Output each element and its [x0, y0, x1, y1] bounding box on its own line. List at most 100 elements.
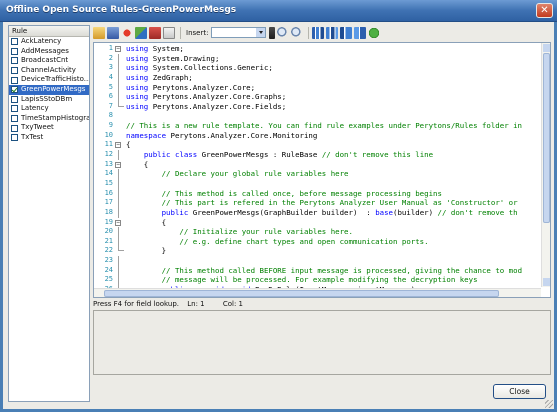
rule-checkbox[interactable]	[11, 105, 18, 113]
code-line: 18 public GreenPowerMesgs(GraphBuilder b…	[94, 207, 541, 218]
rule-column-header[interactable]: Rule	[9, 26, 89, 37]
code-text: // This method is called once, before me…	[126, 189, 442, 199]
insert-dropdown[interactable]	[211, 27, 267, 38]
rule-checkbox[interactable]	[11, 86, 18, 94]
fold-guide	[117, 150, 119, 160]
code-editor[interactable]: 1− using System; 2 using System.Drawing; 3 us…	[93, 42, 551, 298]
code-keyword: using	[126, 101, 149, 111]
chart-line-icon[interactable]	[326, 26, 339, 39]
rule-item[interactable]: BroadcastCnt	[9, 56, 89, 66]
line-number: 12	[104, 150, 113, 159]
close-button[interactable]: Close	[493, 384, 546, 399]
chart-histogram-icon[interactable]	[354, 26, 367, 39]
collapse-icon[interactable]: −	[115, 142, 121, 149]
rule-checkbox[interactable]	[11, 38, 18, 46]
collapse-icon[interactable]: −	[115, 219, 121, 226]
code-text: // This is a new rule template. You can …	[126, 121, 522, 131]
compile-icon[interactable]	[135, 26, 147, 39]
code-text: public class GreenPowerMesgs : RuleBase …	[126, 150, 433, 160]
toolbar-separator	[180, 26, 181, 39]
fold-guide	[117, 169, 119, 179]
code-token: GreenPowerMesgs : RuleBase	[197, 150, 322, 160]
collapse-icon[interactable]: −	[115, 46, 121, 52]
horizontal-scrollbar[interactable]	[94, 288, 541, 297]
chart-icon[interactable]	[312, 26, 325, 39]
fold-guide	[117, 63, 119, 73]
code-line: 8	[94, 111, 541, 121]
insert-field-icon[interactable]	[269, 26, 276, 39]
line-number: 19	[104, 217, 113, 226]
document-icon[interactable]	[163, 26, 175, 39]
rule-checkbox[interactable]	[11, 134, 18, 142]
code-comment: // This method called BEFORE input messa…	[161, 265, 523, 275]
line-number: 6	[108, 92, 113, 101]
scroll-up-arrow[interactable]	[543, 44, 550, 52]
chart-pie-icon[interactable]	[340, 26, 353, 39]
rule-item-label: ChannelActivity	[21, 65, 76, 74]
code-comment: // don't remove th	[437, 207, 518, 217]
code-token: {	[126, 140, 131, 150]
rule-checkbox[interactable]	[11, 76, 18, 84]
code-text: // message will be processed. For exampl…	[126, 275, 478, 285]
rule-item[interactable]: AddMessages	[9, 47, 89, 57]
rule-item[interactable]: Latency	[9, 104, 89, 114]
open-folder-icon[interactable]	[93, 26, 105, 39]
code-line: 20 // Initialize your rule variables her…	[94, 227, 541, 237]
output-panel[interactable]	[93, 310, 551, 375]
find-next-icon[interactable]	[291, 26, 304, 39]
refresh-icon[interactable]	[368, 26, 381, 39]
rule-item[interactable]: GreenPowerMesgs	[9, 84, 89, 95]
resize-grip[interactable]	[545, 400, 553, 408]
rule-item[interactable]: TimeStampHistogram	[9, 114, 89, 124]
code-comment: // Initialize your rule variables here.	[179, 227, 353, 237]
status-column: Col: 1	[222, 300, 243, 308]
line-number: 1	[108, 44, 113, 52]
code-keyword: using	[126, 72, 149, 82]
vertical-scroll-thumb[interactable]	[543, 53, 550, 223]
rule-checkbox[interactable]	[11, 47, 18, 55]
find-icon[interactable]	[277, 26, 290, 39]
editor-toolbar: Insert:	[93, 25, 551, 40]
rule-checkbox[interactable]	[11, 57, 18, 65]
code-line: 9 // This is a new rule template. You can…	[94, 121, 541, 131]
run-rule-icon[interactable]	[149, 26, 161, 39]
code-line: 7 using Perytons.Analyzer.Core.Fields;	[94, 101, 541, 112]
vertical-scrollbar[interactable]	[541, 43, 550, 287]
code-lines: 1− using System; 2 using System.Drawing; 3 us…	[94, 44, 541, 297]
code-keyword: using	[126, 82, 149, 92]
code-token: System.Collections.Generic;	[148, 63, 273, 73]
code-text: using Perytons.Analyzer.Core.Fields;	[126, 102, 286, 112]
rule-item[interactable]: AckLatency	[9, 37, 89, 47]
fold-guide	[117, 198, 119, 208]
code-text: namespace Perytons.Analyzer.Core.Monitor…	[126, 131, 317, 141]
code-keyword: using	[126, 63, 149, 73]
code-text: // Initialize your rule variables here.	[126, 227, 353, 237]
rule-item[interactable]: TxyTweet	[9, 123, 89, 133]
rule-checkbox[interactable]	[11, 115, 18, 123]
rule-checkbox[interactable]	[11, 95, 18, 103]
delete-icon[interactable]	[121, 26, 133, 39]
scroll-down-arrow[interactable]	[543, 278, 550, 286]
rule-item[interactable]: LapisSStoDBm	[9, 95, 89, 105]
rule-item-label: DeviceTrafficHisto...	[21, 75, 89, 84]
rule-item[interactable]: TxTest	[9, 133, 89, 143]
collapse-icon[interactable]: −	[115, 161, 121, 168]
code-comment: // message will be processed. For exampl…	[161, 275, 478, 285]
fold-end-icon	[117, 246, 124, 252]
rule-checkbox[interactable]	[11, 67, 18, 75]
rule-checkbox[interactable]	[11, 124, 18, 132]
rule-item[interactable]: DeviceTrafficHisto...	[9, 75, 89, 85]
code-line: 23	[94, 256, 541, 266]
code-comment: // don't remove this line	[321, 150, 434, 160]
toolbar-separator	[308, 26, 310, 39]
rule-item[interactable]: ChannelActivity	[9, 66, 89, 76]
code-token: {	[126, 159, 149, 169]
line-number: 16	[104, 188, 113, 197]
code-token: GreenPowerMesgs(GraphBuilder builder) :	[188, 207, 376, 217]
horizontal-scroll-thumb[interactable]	[104, 290, 499, 297]
window-close-button[interactable]: ✕	[536, 3, 553, 18]
save-icon[interactable]	[107, 26, 119, 39]
